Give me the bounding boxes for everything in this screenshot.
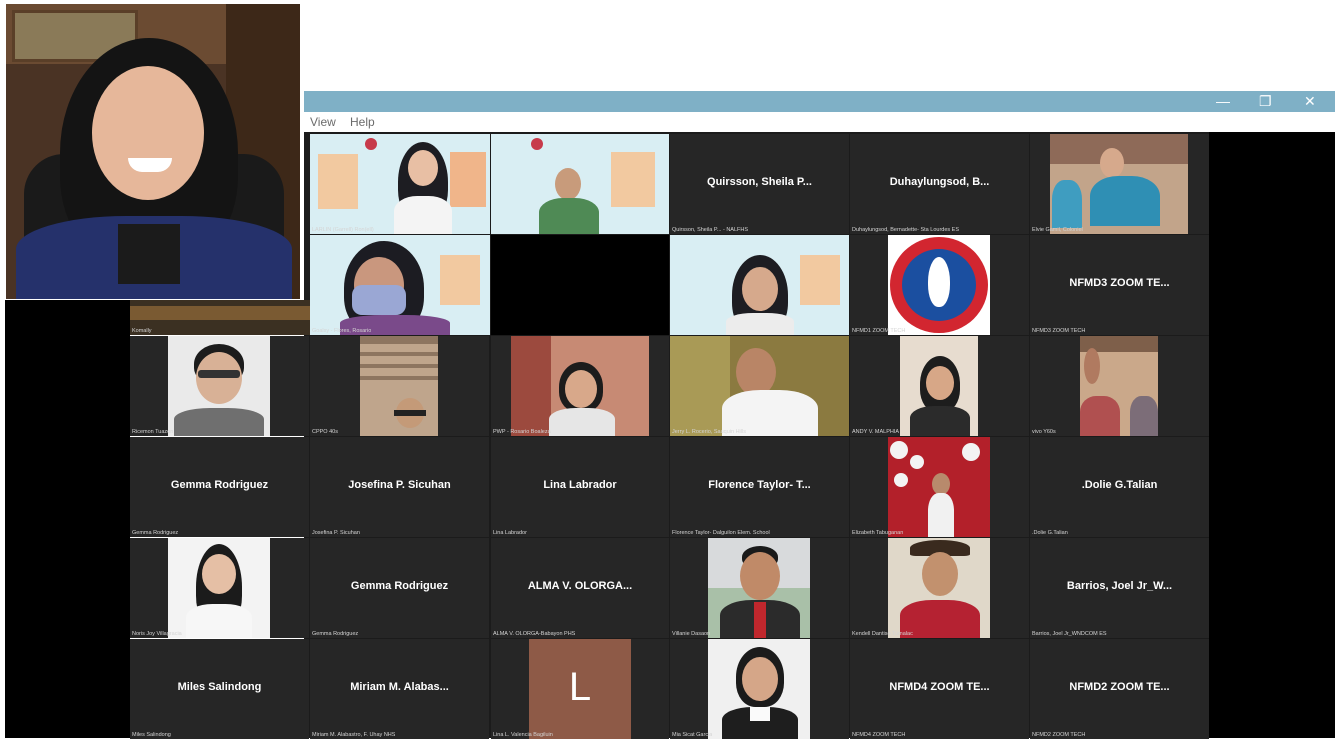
video-label: Elvie Gamil, Coloniel — [1032, 227, 1083, 233]
video-tile[interactable] — [491, 235, 669, 335]
participant-name: Florence Taylor- T... — [708, 479, 811, 491]
participant-name: NFMD3 ZOOM TE... — [1069, 277, 1170, 289]
participant-name: ALMA V. OLORGA... — [527, 580, 633, 592]
video-tile[interactable]: Gemma Rodriguez Gemma Rodriguez — [130, 437, 309, 537]
minimize-icon[interactable]: — — [1216, 93, 1230, 109]
video-tile[interactable]: Miles Salindong Miles Salindong — [130, 639, 309, 739]
video-tile[interactable]: LARLIN (Garrell) Ron(ell) — [310, 134, 490, 234]
participant-name: NFMD4 ZOOM TE... — [889, 681, 990, 693]
video-label: LARLIN (Garrell) Ron(ell) — [312, 227, 374, 233]
left-black-area — [5, 300, 130, 738]
video-tile[interactable]: Miriam M. Alabas... Miriam M. Alabastro,… — [310, 639, 489, 739]
right-black-area — [1209, 132, 1335, 738]
video-tile[interactable]: L Lina L. Valencia Bagiluin — [491, 639, 669, 739]
video-label: Barrios, Joel Jr_WNDCOM ES — [1032, 631, 1107, 637]
video-tile[interactable]: Quirsson, Sheila P... Quirsson, Sheila P… — [670, 134, 849, 234]
participant-name: Quirsson, Sheila P... — [707, 176, 812, 188]
video-tile[interactable] — [670, 235, 849, 335]
video-tile[interactable]: Duhaylungsod, B... Duhaylungsod, Bernade… — [850, 134, 1029, 234]
video-label: CPPO 40s — [312, 429, 338, 435]
video-label: Jerry L. Rocerio, Sauquin Hills — [672, 429, 746, 435]
participant-name: Lina Labrador — [543, 479, 617, 491]
video-tile[interactable]: PWP - Rosario Boaleza — [491, 336, 669, 436]
video-tile[interactable]: Komally — [130, 300, 310, 335]
menu-view[interactable]: View — [310, 115, 336, 129]
video-label: Villanie Dasaon — [672, 631, 711, 637]
participant-name: .Dolie G.Talian — [1081, 479, 1158, 491]
video-tile[interactable]: Goalsy - Flores, Rosario — [310, 235, 490, 335]
participant-name: Miriam M. Alabas... — [350, 681, 449, 693]
video-label: Quirsson, Sheila P... ‐ NALFHS — [672, 227, 749, 233]
restore-icon[interactable]: ❐ — [1259, 93, 1272, 109]
video-label: Mia Sicat Garcia — [672, 732, 713, 738]
video-label: NFMD2 ZOOM TECH — [1032, 732, 1086, 738]
video-label: Ricemon Tuazon — [132, 429, 174, 435]
video-label: Gemma Rodriguez — [132, 530, 179, 536]
video-tile[interactable]: .Dolie G.Talian .Dolie G.Talian — [1030, 437, 1209, 537]
video-label: ANDY V. MALPHIA — [852, 429, 900, 435]
video-label: Noris Joy Villagracia — [132, 631, 182, 637]
video-tile[interactable]: Josefina P. Sicuhan Josefina P. Sicuhan — [310, 437, 489, 537]
video-tile[interactable]: Florence Taylor- T... Florence Taylor‐ D… — [670, 437, 849, 537]
video-tile[interactable]: NFMD3 ZOOM TE... NFMD3 ZOOM TECH — [1030, 235, 1209, 335]
participant-name: Josefina P. Sicuhan — [348, 479, 451, 491]
video-tile[interactable]: Noris Joy Villagracia — [130, 538, 309, 638]
video-tile[interactable]: Elvie Gamil, Coloniel — [1030, 134, 1209, 234]
speaker-video — [5, 3, 301, 300]
video-tile[interactable]: NFMD2 ZOOM TE... NFMD2 ZOOM TECH — [1030, 639, 1209, 739]
video-label: vivo Y60s — [1032, 429, 1056, 435]
video-tile[interactable]: Ricemon Tuazon — [130, 336, 309, 436]
video-label: NFMD1 ZOOM TECH — [852, 328, 906, 334]
video-label: NFMD4 ZOOM TECH — [852, 732, 906, 738]
video-label: Lina L. Valencia Bagiluin — [493, 732, 553, 738]
video-label: Miles Salindong — [132, 732, 171, 738]
video-tile[interactable]: Jerry L. Rocerio, Sauquin Hills — [670, 336, 849, 436]
video-label: Lina Labrador — [493, 530, 527, 536]
video-label: Josefina P. Sicuhan — [312, 530, 360, 536]
video-tile[interactable]: vivo Y60s — [1030, 336, 1209, 436]
video-label: ALMA V. OLORGA‐Babayon PHS — [493, 631, 576, 637]
video-label: Duhaylungsod, Bernadette‐ Sta Lourdes ES — [852, 227, 960, 233]
video-tile[interactable]: Lina Labrador Lina Labrador — [491, 437, 669, 537]
video-tile[interactable]: Mia Sicat Garcia — [670, 639, 849, 739]
participant-name: Duhaylungsod, B... — [889, 176, 990, 188]
video-label: PWP - Rosario Boaleza — [493, 429, 551, 435]
video-label: Miriam M. Alabastro, F. Uhay NHS — [312, 732, 396, 738]
video-tile[interactable]: NFMD1 ZOOM TECH — [850, 235, 1029, 335]
menu-help[interactable]: Help — [350, 115, 375, 129]
video-tile[interactable]: Villanie Dasaon — [670, 538, 849, 638]
video-label: Komally — [132, 328, 152, 334]
avatar-letter: L — [568, 665, 592, 709]
menu-bar: View Help — [304, 112, 1335, 132]
participant-name: Barrios, Joel Jr_W... — [1066, 580, 1173, 592]
video-tile[interactable] — [491, 134, 669, 234]
title-bar: — ❐ ✕ — [304, 91, 1335, 112]
participant-name: Gemma Rodriguez — [350, 580, 449, 592]
participant-name: Miles Salindong — [177, 681, 262, 693]
close-icon[interactable]: ✕ — [1304, 93, 1316, 109]
video-label: Gemma Rodriguez — [312, 631, 359, 637]
video-label: Elizabeth Tabuganan — [852, 530, 904, 536]
avatar: L — [529, 639, 631, 739]
video-label: Goalsy - Flores, Rosario — [312, 328, 372, 334]
participant-name: NFMD2 ZOOM TE... — [1069, 681, 1170, 693]
video-tile[interactable]: NFMD4 ZOOM TE... NFMD4 ZOOM TECH — [850, 639, 1029, 739]
participant-name: Gemma Rodriguez — [170, 479, 269, 491]
video-label: .Dolie G.Talian — [1032, 530, 1068, 536]
video-label: NFMD3 ZOOM TECH — [1032, 328, 1086, 334]
video-tile[interactable]: ANDY V. MALPHIA — [850, 336, 1029, 436]
video-tile[interactable]: Kendell Dantiso Tumalac — [850, 538, 1029, 638]
video-tile[interactable]: Gemma Rodriguez Gemma Rodriguez — [310, 538, 489, 638]
video-tile[interactable]: Elizabeth Tabuganan — [850, 437, 1029, 537]
video-tile[interactable]: CPPO 40s — [310, 336, 489, 436]
video-label: Kendell Dantiso Tumalac — [852, 631, 913, 637]
video-tile[interactable]: Barrios, Joel Jr_W... Barrios, Joel Jr_W… — [1030, 538, 1209, 638]
video-tile[interactable]: ALMA V. OLORGA... ALMA V. OLORGA‐Babayon… — [491, 538, 669, 638]
video-label: Florence Taylor‐ Dalguilon Elem. School — [672, 530, 770, 536]
